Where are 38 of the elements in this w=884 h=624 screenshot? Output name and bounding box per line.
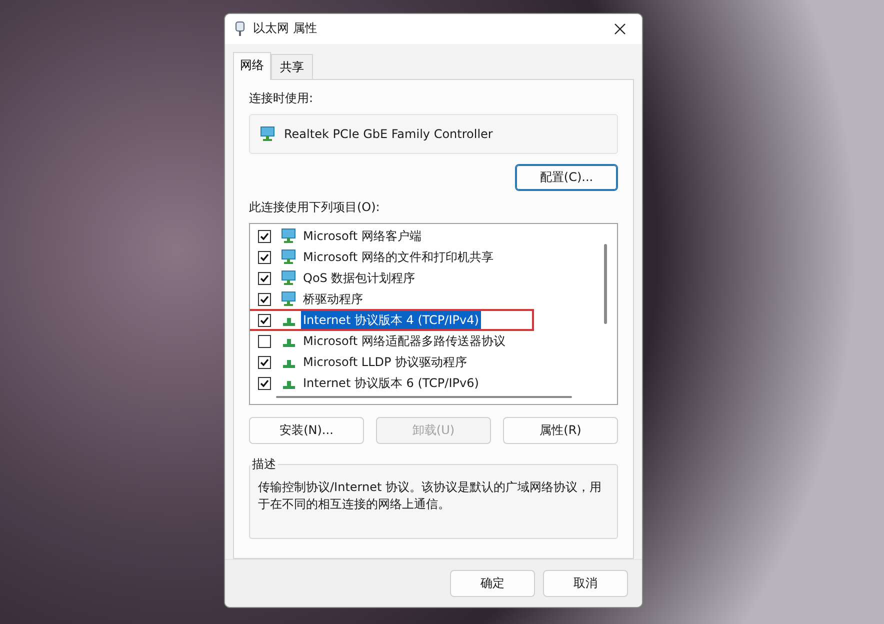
computer-icon [281,291,297,308]
checkbox[interactable] [258,356,271,369]
window-title: 以太网 属性 [253,20,318,38]
computer-icon [281,249,297,266]
group-title: 描述 [251,456,277,473]
action-button[interactable]: 属性(R) [503,416,618,444]
section-label: 连接时使用: [249,90,314,107]
configure-button[interactable]: 配置(C)... [515,164,618,191]
checkbox[interactable] [258,292,271,306]
list-item[interactable]: Internet 协议版本 4 (TCP/IPv4) [301,310,481,330]
checkbox[interactable] [258,272,271,285]
list-item[interactable]: Microsoft LLDP 协议驱动程序 [301,352,470,372]
checkbox[interactable] [258,230,271,243]
close-icon [614,22,626,35]
adapter-name: Realtek PCIe GbE Family Controller [284,126,493,141]
list-item[interactable]: Microsoft 网络客户端 [301,226,424,246]
dialog-button[interactable]: 取消 [543,570,628,597]
computer-icon [260,126,276,142]
checkbox[interactable] [258,314,271,327]
tab[interactable]: 共享 [271,54,313,80]
list-item[interactable]: QoS 数据包计划程序 [301,268,418,288]
checkbox[interactable] [258,334,271,348]
scrollbar-thumb[interactable] [276,396,572,398]
list-item[interactable]: Microsoft 网络适配器多路传送器协议 [301,332,508,351]
section-label: 此连接使用下列项目(O): [249,198,381,216]
computer-icon [281,270,297,286]
cable-plug-icon [235,20,245,37]
list-item[interactable]: Internet 协议版本 6 (TCP/IPv6) [301,374,481,393]
description-text: 传输控制协议/Internet 协议。该协议是默认的广域网络协议，用于在不同的相互连接的网络上通信。 [258,478,603,513]
tab[interactable]: 网络 [233,52,271,80]
list-item[interactable]: 桥驱动程序 [301,290,365,309]
checkbox[interactable] [258,250,271,264]
dialog-button[interactable]: 确定 [450,570,535,597]
checkbox[interactable] [258,376,271,390]
scrollbar-thumb[interactable] [604,244,607,324]
computer-icon [281,228,297,244]
list-item[interactable]: Microsoft 网络的文件和打印机共享 [301,248,496,267]
action-button[interactable]: 安装(N)... [249,416,364,444]
